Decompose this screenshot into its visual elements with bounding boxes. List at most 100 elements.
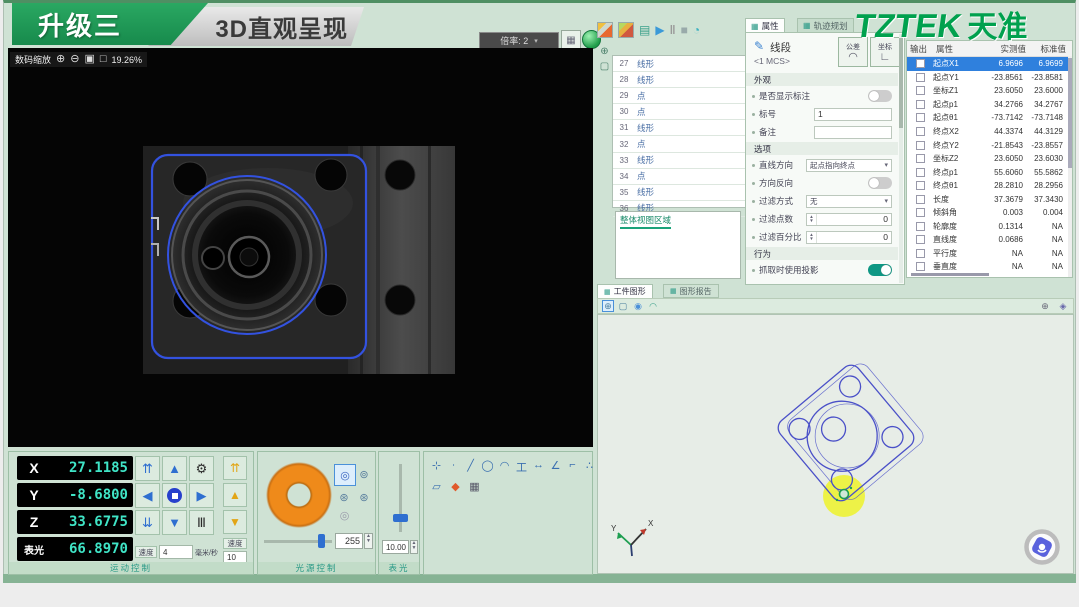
view-cube-icon[interactable]: ▢ [617, 300, 629, 312]
index-input[interactable]: 1 [814, 108, 892, 121]
motion-control-tab[interactable]: 运动控制 [9, 562, 253, 574]
circle-tool-icon[interactable]: ◯ [480, 459, 495, 475]
jog-left-button[interactable]: ◀ [135, 483, 160, 508]
reverse-direction-toggle[interactable] [868, 177, 892, 189]
z-down-button[interactable]: ▼ [223, 510, 247, 534]
tab-trajectory[interactable]: ▦ 轨迹规划 [797, 18, 854, 33]
tab-graphics-report[interactable]: ▦ 图形报告 [663, 284, 719, 298]
line-tool-icon[interactable]: ╱ [463, 459, 478, 475]
output-checkbox[interactable] [916, 195, 925, 204]
actual-size-icon[interactable]: □ [100, 54, 107, 65]
table-row[interactable]: 起点p134.276634.2767 [907, 98, 1072, 112]
speed-input[interactable]: 4 [159, 545, 193, 559]
jog-up-button[interactable]: ▲ [162, 456, 187, 481]
jog-stop-button[interactable] [162, 483, 187, 508]
plane-tool-icon[interactable]: ▱ [429, 480, 444, 493]
zoom-in-icon[interactable]: ⊕ [56, 54, 65, 65]
magnification-select[interactable]: 倍率: 2 ▾ [479, 32, 559, 49]
table-row[interactable]: 坐标Z123.605023.6000 [907, 84, 1072, 98]
light-control-tab[interactable]: 光源控制 [258, 562, 375, 574]
light-mode-3-button[interactable]: ⊛ [336, 489, 352, 505]
view-arc-icon[interactable]: ◠ [647, 300, 659, 312]
mini-layers-icon[interactable]: ▢ [600, 61, 609, 72]
table-row[interactable]: 终点θ128.281028.2956 [907, 179, 1072, 193]
save-icon[interactable]: ▤ [639, 23, 650, 37]
output-checkbox[interactable] [916, 100, 925, 109]
jog-right-button[interactable]: ▶ [189, 483, 214, 508]
origin-tool-icon[interactable]: ⊹ [429, 459, 444, 475]
z-up-button[interactable]: ▲ [223, 483, 247, 507]
play-button[interactable]: ▶ [655, 23, 664, 37]
light-value-stepper[interactable]: ▲▼ [364, 533, 373, 549]
surface-light-handle[interactable] [393, 514, 408, 522]
table-row[interactable]: 终点Y2-21.8543-23.8557 [907, 138, 1072, 152]
camera-grid-button[interactable]: ▦ [561, 30, 581, 50]
width-tool-icon[interactable]: ↔ [531, 459, 546, 475]
ring-light-graphic[interactable] [266, 462, 332, 528]
use-projection-toggle[interactable] [868, 264, 892, 276]
view-eye-icon[interactable]: ◉ [632, 300, 644, 312]
calculator-tool-icon[interactable]: ▦ [467, 480, 482, 493]
surface-light-tab[interactable]: 表光 [379, 562, 419, 574]
table-row[interactable]: 坐标Z223.605023.6030 [907, 152, 1072, 166]
light-mode-4-button[interactable]: ⊛ [356, 489, 372, 505]
output-checkbox[interactable] [916, 222, 925, 231]
mini-zoom-icon[interactable]: ⊕ [600, 46, 608, 57]
surface-light-input[interactable]: 10.00 [382, 540, 409, 554]
table-row[interactable]: 起点θ1-73.7142-73.7148 [907, 111, 1072, 125]
viewport-3d[interactable]: Y X [597, 314, 1074, 574]
note-input[interactable] [814, 126, 892, 139]
viewer-zoom-icon[interactable]: ⊕ [1039, 300, 1051, 312]
table-row[interactable]: 起点X16.96966.9699 [907, 57, 1072, 71]
jog-down-button[interactable]: ▼ [162, 510, 187, 535]
filter-points-stepper[interactable]: ▲▼0 [806, 213, 892, 226]
angle-tool-icon[interactable]: ∠ [548, 459, 563, 475]
table-row[interactable]: 垂直度NANA [907, 260, 1072, 274]
arc-tool-icon[interactable]: ◠ [497, 459, 512, 475]
light-mode-5-button[interactable]: ◎ [337, 508, 352, 523]
table-row[interactable]: 平行度NANA [907, 247, 1072, 261]
overview-label[interactable]: 整体视图区域 [620, 214, 671, 229]
stop-button[interactable]: ■ [681, 23, 688, 37]
corner-tool-icon[interactable]: ⌐ [565, 459, 580, 475]
results-hscrollbar[interactable] [911, 273, 989, 276]
output-checkbox[interactable] [916, 235, 925, 244]
viewer-settings-icon[interactable]: ◈ [1057, 300, 1069, 312]
results-scrollbar[interactable] [1068, 56, 1072, 277]
zoom-out-icon[interactable]: ⊖ [70, 54, 79, 65]
scene-icon-2[interactable] [618, 22, 634, 38]
loop-icon[interactable]: ◔ [693, 23, 700, 37]
table-row[interactable]: 直线度0.0686NA [907, 233, 1072, 247]
scene-icon-1[interactable] [597, 22, 613, 38]
filter-percent-stepper[interactable]: ▲▼0 [806, 231, 892, 244]
sphere-tool-icon[interactable]: ◆ [448, 480, 463, 493]
light-slider-handle[interactable] [318, 534, 325, 548]
output-checkbox[interactable] [916, 168, 925, 177]
output-checkbox[interactable] [916, 141, 925, 150]
output-checkbox[interactable] [916, 154, 925, 163]
jog-fast-down-button[interactable]: ⇊ [135, 510, 160, 535]
light-mode-2-button[interactable]: ⊚ [356, 466, 372, 482]
show-annotation-toggle[interactable] [868, 90, 892, 102]
table-row[interactable]: 倾斜角0.0030.004 [907, 206, 1072, 220]
table-row[interactable]: 终点X244.337444.3129 [907, 125, 1072, 139]
output-checkbox[interactable] [916, 262, 925, 271]
line-direction-select[interactable]: 起点指向终点▾ [806, 159, 892, 172]
tolerance-button[interactable]: 公差 ◠ [838, 37, 868, 67]
tab-workpiece-graphics[interactable]: ▦ 工件图形 [597, 284, 653, 298]
tab-properties[interactable]: ▦ 属性 [745, 18, 785, 33]
output-checkbox[interactable] [916, 181, 925, 190]
view-cube-button[interactable] [1027, 532, 1058, 563]
light-mode-ring-button[interactable]: ◎ [334, 464, 356, 486]
pause-button[interactable]: ‖ [670, 23, 676, 37]
table-row[interactable]: 起点Y1-23.8561-23.8581 [907, 71, 1072, 85]
light-value-input[interactable]: 255 [335, 533, 363, 549]
point-tool-icon[interactable]: ∙ [446, 459, 461, 475]
camera-viewport[interactable]: 数码缩放 ⊕ ⊖ ▣ □ 19.26% [8, 48, 593, 447]
output-checkbox[interactable] [916, 208, 925, 217]
jog-fast-up-button[interactable]: ⇈ [135, 456, 160, 481]
properties-scrollbar[interactable] [899, 34, 903, 283]
table-row[interactable]: 长度37.367937.3430 [907, 192, 1072, 206]
table-row[interactable]: 轮廓度0.1314NA [907, 220, 1072, 234]
scatter-tool-icon[interactable]: ∴ [582, 459, 597, 475]
